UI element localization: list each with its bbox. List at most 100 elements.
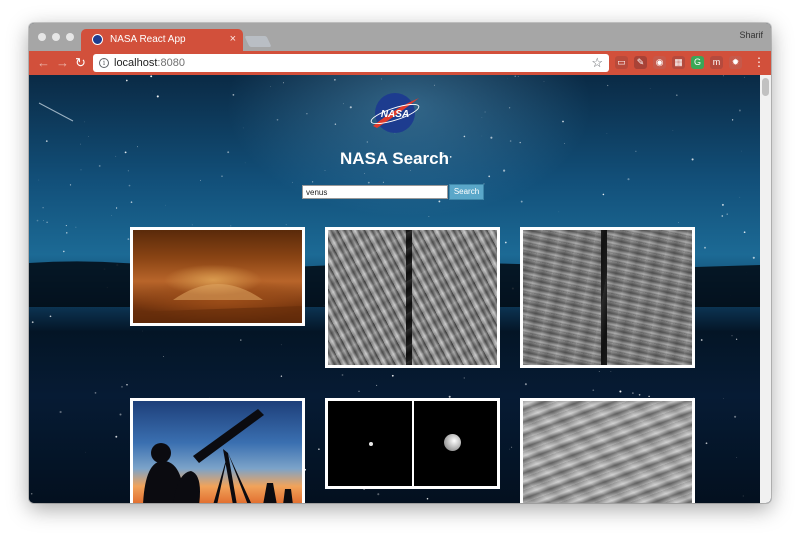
star — [514, 75, 516, 77]
star — [409, 170, 411, 171]
star — [428, 216, 430, 217]
star — [36, 219, 39, 222]
new-tab-button[interactable] — [244, 36, 272, 47]
address-bar[interactable]: i localhost:8080 ☆ — [93, 54, 609, 72]
result-image[interactable] — [133, 401, 302, 503]
star — [704, 246, 706, 249]
profile-name[interactable]: Sharif — [739, 30, 763, 40]
browser-window: NASA React App × Sharif ← → ↻ i localhos… — [29, 23, 771, 503]
star — [366, 141, 368, 143]
search-button[interactable]: Search — [449, 184, 484, 200]
star — [503, 169, 506, 172]
star — [75, 226, 77, 228]
star — [592, 389, 595, 392]
page-scrollbar[interactable] — [760, 75, 771, 503]
tab-close-icon[interactable]: × — [230, 33, 236, 45]
star — [377, 493, 380, 496]
star — [280, 344, 282, 346]
star — [721, 215, 724, 217]
star — [627, 178, 630, 181]
volcano-shape — [133, 284, 302, 323]
telescope-silhouette-shape — [143, 409, 293, 503]
ext-4-icon[interactable]: ▦ — [672, 56, 685, 69]
star — [543, 80, 545, 82]
result-card-venus-radar-split-1[interactable] — [325, 227, 500, 368]
star — [130, 201, 133, 203]
star — [115, 435, 118, 438]
star — [744, 76, 745, 78]
scrollbar-thumb[interactable] — [762, 78, 769, 96]
star — [45, 140, 48, 142]
star — [364, 173, 365, 174]
maximize-window-button[interactable] — [66, 33, 74, 41]
result-card-telescope-silhouette[interactable] — [130, 398, 305, 503]
result-card-venus-radar-split-2[interactable] — [520, 227, 695, 368]
star — [382, 181, 384, 183]
browser-menu-icon[interactable]: ⋮ — [753, 56, 765, 68]
star — [142, 330, 143, 332]
image-split-line — [412, 401, 414, 486]
star — [463, 377, 466, 379]
reload-button[interactable]: ↻ — [75, 55, 86, 71]
star — [598, 371, 600, 372]
star — [121, 385, 123, 388]
star — [291, 181, 293, 183]
url-text[interactable]: localhost:8080 — [114, 57, 185, 69]
result-card-venus-surface-gray[interactable] — [520, 398, 695, 503]
star — [367, 181, 370, 184]
browser-toolbar: ← → ↻ i localhost:8080 ☆ ▭ ✎ ◉ ▦ Gm ✹ ⋮ — [29, 51, 771, 75]
star — [610, 371, 612, 372]
ext-7-icon[interactable]: ✹ — [729, 56, 742, 69]
star — [127, 170, 130, 172]
star — [433, 84, 435, 86]
texture-overlay — [523, 230, 692, 365]
result-image[interactable] — [523, 230, 692, 365]
star — [65, 225, 67, 227]
search-input[interactable] — [302, 185, 448, 199]
star — [150, 75, 153, 78]
result-card-venus-dots-black[interactable] — [325, 398, 500, 489]
star — [484, 111, 486, 113]
star — [511, 446, 513, 448]
star — [726, 213, 728, 215]
back-button[interactable]: ← — [37, 55, 50, 71]
tab-nasa-react-app[interactable]: NASA React App × — [81, 29, 243, 51]
star — [276, 118, 279, 121]
site-info-icon[interactable]: i — [99, 58, 109, 68]
nasa-logo: NASA — [370, 93, 420, 133]
star — [602, 193, 605, 196]
forward-button[interactable]: → — [56, 55, 69, 71]
star — [731, 119, 734, 121]
star — [648, 395, 650, 398]
star — [705, 442, 708, 445]
result-card-venus-volcano-orange[interactable] — [130, 227, 305, 326]
star — [191, 224, 193, 226]
result-image[interactable] — [328, 401, 497, 486]
nasa-favicon-icon — [92, 34, 103, 45]
ext-5-icon[interactable]: G — [691, 56, 704, 69]
result-image[interactable] — [133, 230, 302, 323]
star — [676, 94, 678, 96]
ext-1-icon[interactable]: ▭ — [615, 56, 628, 69]
page-viewport: NASA NASA Search Search — [29, 75, 771, 503]
star — [358, 390, 360, 392]
star — [46, 221, 48, 224]
minimize-window-button[interactable] — [52, 33, 60, 41]
result-image[interactable] — [328, 230, 497, 365]
ext-3-icon[interactable]: ◉ — [653, 56, 666, 69]
ext-2-icon[interactable]: ✎ — [634, 56, 647, 69]
bookmark-star-icon[interactable]: ☆ — [591, 55, 603, 71]
close-window-button[interactable] — [38, 33, 46, 41]
star — [30, 493, 33, 495]
nasa-logo-text: NASA — [381, 109, 409, 120]
small-planet-dot — [369, 442, 373, 446]
tab-title: NASA React App — [110, 34, 186, 45]
star — [381, 78, 382, 80]
result-image[interactable] — [523, 401, 692, 503]
star — [306, 113, 308, 115]
ext-6-icon[interactable]: m — [710, 56, 723, 69]
star — [731, 335, 733, 337]
star — [85, 451, 86, 453]
star — [31, 321, 34, 324]
star — [349, 106, 352, 109]
